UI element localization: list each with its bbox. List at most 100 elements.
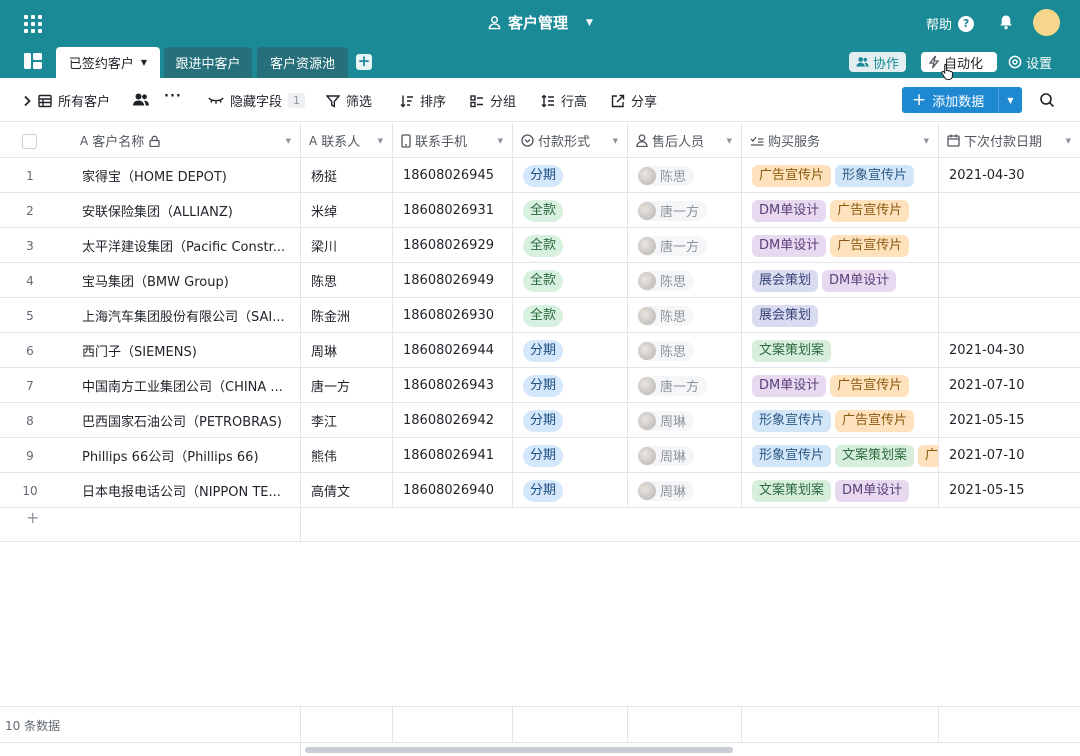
footer-cell[interactable] — [513, 707, 628, 743]
table-row[interactable]: 9 Phillips 66公司（Phillips 66) 熊伟 18608026941… — [0, 438, 1080, 473]
row-height-button[interactable]: 行高 — [541, 91, 587, 110]
cell-pay[interactable]: 全款 — [513, 298, 628, 333]
cell-name[interactable]: 太平洋建设集团（Pacific Constr... — [72, 228, 301, 263]
cell-name[interactable]: 上海汽车集团股份有限公司（SAI... — [72, 298, 301, 333]
add-row-area[interactable] — [0, 507, 301, 542]
cell-pay[interactable]: 全款 — [513, 193, 628, 228]
cell-phone[interactable]: 18608026945 — [393, 158, 513, 193]
column-header-services[interactable]: 购买服务 ▼ — [742, 123, 939, 158]
add-row-plus-icon[interactable]: + — [26, 508, 39, 527]
table-row[interactable]: 2 安联保险集团（ALLIANZ) 米绰 18608026931 全款 唐一方 DM单设计广… — [0, 193, 1080, 228]
cell-name[interactable]: 日本电报电话公司（NIPPON TE... — [72, 473, 301, 508]
cell-services[interactable]: 广告宣传片 形象宣传片 — [742, 158, 939, 193]
tab-following-customers[interactable]: 跟进中客户 — [164, 47, 252, 78]
cell-date[interactable] — [939, 228, 1080, 263]
cell-phone[interactable]: 18608026940 — [393, 473, 513, 508]
help-button[interactable]: 帮助 ? — [926, 14, 975, 33]
cell-staff[interactable]: 周琳 — [628, 403, 742, 438]
cell-pay[interactable]: 全款 — [513, 228, 628, 263]
scrollbar-thumb[interactable] — [305, 747, 733, 753]
cell-services[interactable]: DM单设计 广告宣传片 — [742, 228, 939, 263]
cell-date[interactable]: 2021-07-10 — [939, 438, 1080, 473]
cell-staff[interactable]: 陈思 — [628, 263, 742, 298]
app-title[interactable]: 客户管理 ▼ — [0, 12, 1080, 34]
cell-staff[interactable]: 唐一方 — [628, 193, 742, 228]
cell-phone[interactable]: 18608026930 — [393, 298, 513, 333]
automation-button[interactable]: 自动化 — [921, 52, 997, 72]
table-row[interactable]: 4 宝马集团（BMW Group) 陈思 18608026949 全款 陈思 展会策划 DM单… — [0, 263, 1080, 298]
cell-contact[interactable]: 梁川 — [301, 228, 393, 263]
cell-name[interactable]: 西门子（SIEMENS) — [72, 333, 301, 368]
chevron-down-icon[interactable]: ▼ — [924, 137, 929, 145]
footer-cell[interactable] — [742, 707, 939, 743]
cell-services[interactable]: 文案策划案 DM单设计 — [742, 473, 939, 508]
column-header-after-sales[interactable]: 售后人员 ▼ — [628, 123, 742, 158]
cell-pay[interactable]: 分期 — [513, 473, 628, 508]
cell-date[interactable]: 2021-07-10 — [939, 368, 1080, 403]
sort-button[interactable]: 排序 — [400, 91, 446, 110]
search-icon[interactable] — [1039, 92, 1055, 108]
cell-staff[interactable]: 周琳 — [628, 438, 742, 473]
column-header-phone[interactable]: 联系手机 ▼ — [393, 123, 513, 158]
cell-phone[interactable]: 18608026929 — [393, 228, 513, 263]
hide-fields-button[interactable]: 隐藏字段 1 — [208, 91, 306, 110]
chevron-down-icon[interactable]: ▼ — [498, 137, 503, 145]
cell-staff[interactable]: 陈思 — [628, 298, 742, 333]
cell-contact[interactable]: 米绰 — [301, 193, 393, 228]
cell-staff[interactable]: 唐一方 — [628, 228, 742, 263]
table-row[interactable]: 1 家得宝（HOME DEPOT) 杨挺 18608026945 分期 陈思 广告宣传片 形象… — [0, 158, 1080, 193]
tab-customer-pool[interactable]: 客户资源池 — [257, 47, 348, 78]
chevron-down-icon[interactable]: ▼ — [286, 137, 291, 145]
footer-cell[interactable]: 10 条数据 — [0, 707, 301, 743]
cell-services[interactable]: 展会策划 DM单设计 — [742, 263, 939, 298]
cell-contact[interactable]: 熊伟 — [301, 438, 393, 473]
cell-date[interactable]: 2021-05-15 — [939, 403, 1080, 438]
cell-services[interactable]: DM单设计 广告宣传片 — [742, 368, 939, 403]
cell-services[interactable]: DM单设计 广告宣传片 — [742, 193, 939, 228]
collab-button[interactable]: 协作 — [849, 52, 907, 72]
chevron-down-icon[interactable]: ▼ — [998, 87, 1022, 113]
cell-services[interactable]: 文案策划案 — [742, 333, 939, 368]
table-row[interactable]: 5 上海汽车集团股份有限公司（SAI... 陈金洲 18608026930 全款 陈思 展会… — [0, 298, 1080, 333]
cell-phone[interactable]: 18608026931 — [393, 193, 513, 228]
group-button[interactable]: 分组 — [470, 91, 516, 110]
cell-staff[interactable]: 周琳 — [628, 473, 742, 508]
cell-date[interactable] — [939, 193, 1080, 228]
cell-phone[interactable]: 18608026943 — [393, 368, 513, 403]
column-header-contact[interactable]: A 联系人 ▼ — [301, 123, 393, 158]
chevron-down-icon[interactable]: ▼ — [141, 58, 147, 67]
cell-pay[interactable]: 分期 — [513, 158, 628, 193]
share-button[interactable]: 分享 — [611, 91, 657, 110]
table-row[interactable]: 7 中国南方工业集团公司（CHINA ... 唐一方 18608026943 分期 唐一方… — [0, 368, 1080, 403]
chevron-down-icon[interactable]: ▼ — [586, 18, 593, 28]
settings-button[interactable]: 设置 — [1004, 52, 1056, 72]
view-selector[interactable]: 所有客户 — [22, 91, 110, 110]
chevron-down-icon[interactable]: ▼ — [378, 137, 383, 145]
cell-contact[interactable]: 周琳 — [301, 333, 393, 368]
chevron-down-icon[interactable]: ▼ — [613, 137, 618, 145]
table-row[interactable]: 6 西门子（SIEMENS) 周琳 18608026944 分期 陈思 文案策划案 2021-… — [0, 333, 1080, 368]
cell-services[interactable]: 形象宣传片 文案策划案广 — [742, 438, 939, 473]
cell-contact[interactable]: 陈金洲 — [301, 298, 393, 333]
cell-pay[interactable]: 分期 — [513, 368, 628, 403]
cell-date[interactable]: 2021-04-30 — [939, 158, 1080, 193]
cell-staff[interactable]: 唐一方 — [628, 368, 742, 403]
cell-name[interactable]: 巴西国家石油公司（PETROBRAS) — [72, 403, 301, 438]
footer-cell[interactable] — [393, 707, 513, 743]
cell-phone[interactable]: 18608026942 — [393, 403, 513, 438]
cell-date[interactable] — [939, 298, 1080, 333]
column-header-next-payment[interactable]: 下次付款日期 ▼ — [939, 123, 1080, 158]
cell-phone[interactable]: 18608026949 — [393, 263, 513, 298]
cell-staff[interactable]: 陈思 — [628, 158, 742, 193]
cell-services[interactable]: 形象宣传片 广告宣传片 — [742, 403, 939, 438]
cell-contact[interactable]: 杨挺 — [301, 158, 393, 193]
cell-pay[interactable]: 全款 — [513, 263, 628, 298]
chevron-down-icon[interactable]: ▼ — [727, 137, 732, 145]
cell-name[interactable]: 安联保险集团（ALLIANZ) — [72, 193, 301, 228]
add-tab-button[interactable]: + — [356, 54, 372, 70]
cell-contact[interactable]: 高倩文 — [301, 473, 393, 508]
table-row[interactable]: 8 巴西国家石油公司（PETROBRAS) 李江 18608026942 分期 周琳 形象宣… — [0, 403, 1080, 438]
cell-date[interactable]: 2021-05-15 — [939, 473, 1080, 508]
chevron-down-icon[interactable]: ▼ — [1066, 137, 1071, 145]
table-row[interactable]: 3 太平洋建设集团（Pacific Constr... 梁川 18608026929 全… — [0, 228, 1080, 263]
